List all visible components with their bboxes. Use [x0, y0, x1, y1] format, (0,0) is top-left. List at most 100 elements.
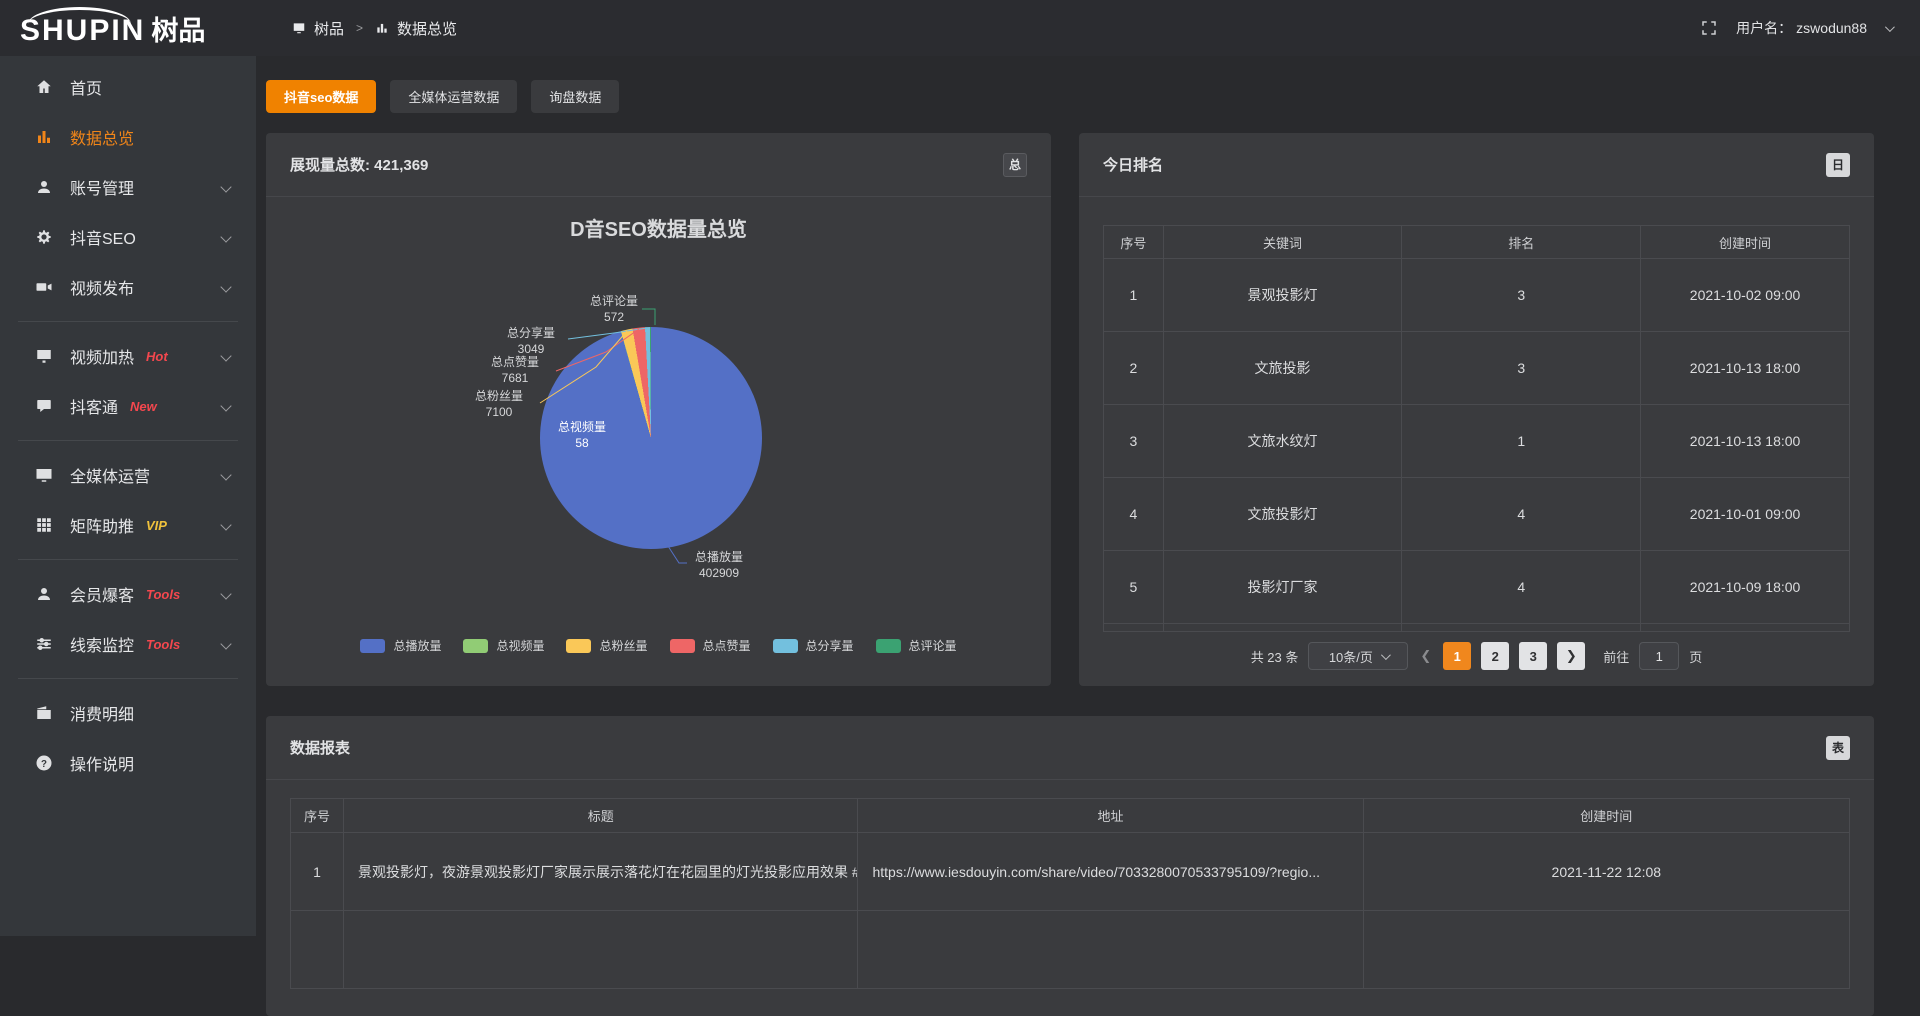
gear-icon: [34, 227, 54, 247]
data-tabs: 抖音seo数据 全媒体运营数据 询盘数据: [266, 80, 619, 113]
prev-page-button[interactable]: ❮: [1418, 648, 1433, 664]
sidebar-item-data-overview[interactable]: 数据总览: [0, 112, 256, 162]
legend-item-shares[interactable]: 总分享量: [773, 637, 854, 654]
col-header-url: 地址: [858, 799, 1363, 833]
monitor-icon: [34, 465, 54, 485]
sidebar-divider: [18, 678, 238, 679]
total-toggle-button[interactable]: 总: [1003, 153, 1027, 177]
page-button-2[interactable]: 2: [1481, 642, 1509, 670]
hot-badge: Hot: [146, 349, 168, 364]
seo-chart-card: 展现量总数: 421,369 总 D音SEO数据量总览 总评论量572 总分享量…: [266, 133, 1051, 686]
new-badge: New: [130, 399, 157, 414]
tab-omnimedia-data[interactable]: 全媒体运营数据: [390, 80, 517, 113]
page-size-select[interactable]: 10条/页: [1308, 642, 1408, 670]
sidebar-item-label: 首页: [70, 75, 102, 99]
chart-title: D音SEO数据量总览: [266, 213, 1051, 242]
legend-swatch: [463, 639, 488, 653]
sidebar-item-label: 视频加热: [70, 344, 134, 368]
top-bar: SHUPIN 树品 树品 > 数据总览 用户名： zswodun88: [0, 0, 1920, 56]
today-ranking-card: 今日排名 日 序号 关键词 排名 创建时间 1景观投影灯32021-10-02 …: [1079, 133, 1874, 686]
wallet-icon: [34, 703, 54, 723]
col-header-index: 序号: [291, 799, 344, 833]
sidebar-item-video-heat[interactable]: 视频加热 Hot: [0, 331, 256, 381]
table-row: 1景观投影灯32021-10-02 09:00: [1104, 259, 1850, 332]
main-content: 抖音seo数据 全媒体运营数据 询盘数据 展现量总数: 421,369 总 D音…: [256, 56, 1920, 936]
user-menu-chevron-icon[interactable]: [1885, 22, 1895, 32]
table-toggle-button[interactable]: 表: [1826, 736, 1850, 760]
tab-inquiry-data[interactable]: 询盘数据: [531, 80, 619, 113]
screen-icon: [34, 346, 54, 366]
next-page-button[interactable]: ❯: [1557, 642, 1585, 670]
legend-item-videos[interactable]: 总视频量: [463, 637, 544, 654]
legend-item-likes[interactable]: 总点赞量: [670, 637, 751, 654]
tools-badge: Tools: [146, 587, 180, 602]
legend-item-comments[interactable]: 总评论量: [876, 637, 957, 654]
sidebar-item-label: 消费明细: [70, 701, 134, 725]
vip-badge: VIP: [146, 518, 167, 533]
sidebar-item-lead-monitor[interactable]: 线索监控 Tools: [0, 619, 256, 669]
chevron-down-icon: [220, 469, 231, 480]
sidebar-item-spend-detail[interactable]: 消费明细: [0, 688, 256, 738]
sidebar-item-label: 抖音SEO: [70, 225, 136, 249]
col-header-keyword: 关键词: [1163, 226, 1402, 259]
pie-label-fans: 总粉丝量7100: [462, 388, 536, 420]
sidebar-item-douketong[interactable]: 抖客通 New: [0, 381, 256, 431]
col-header-rank: 排名: [1402, 226, 1641, 259]
pie-label-videos: 总视频量58: [552, 419, 612, 451]
table-row-partial: [1104, 624, 1850, 632]
bar-chart-icon: [375, 21, 389, 35]
chevron-down-icon: [220, 588, 231, 599]
sidebar-item-video-publish[interactable]: 视频发布: [0, 262, 256, 312]
tab-douyin-seo-data[interactable]: 抖音seo数据: [266, 80, 376, 113]
pie-label-shares: 总分享量3049: [498, 325, 564, 357]
fullscreen-icon[interactable]: [1700, 19, 1718, 37]
sidebar-item-label: 抖客通: [70, 394, 118, 418]
report-table: 序号 标题 地址 创建时间 1 景观投影灯，夜游景观投影灯厂家展示展示落花灯在花…: [290, 798, 1850, 989]
sidebar-item-label: 视频发布: [70, 275, 134, 299]
col-header-created: 创建时间: [1363, 799, 1849, 833]
pagination: 共 23 条 10条/页 ❮ 1 2 3 ❯ 前往 页: [1079, 642, 1874, 670]
sidebar-item-home[interactable]: 首页: [0, 62, 256, 112]
sidebar-item-douyin-seo[interactable]: 抖音SEO: [0, 212, 256, 262]
table-row: 2文旅投影32021-10-13 18:00: [1104, 332, 1850, 405]
home-icon: [34, 77, 54, 97]
video-url-link[interactable]: https://www.iesdouyin.com/share/video/70…: [858, 833, 1363, 911]
logo-text-cn: 树品: [151, 9, 205, 48]
legend-swatch: [670, 639, 695, 653]
impressions-total-label: 展现量总数: 421,369: [290, 154, 428, 175]
breadcrumb-item-home[interactable]: 树品: [314, 18, 344, 39]
page-button-1[interactable]: 1: [1443, 642, 1471, 670]
breadcrumb-separator: >: [356, 21, 363, 35]
legend-item-plays[interactable]: 总播放量: [360, 637, 441, 654]
bar-chart-icon: [34, 127, 54, 147]
sidebar-item-label: 账号管理: [70, 175, 134, 199]
report-title: 数据报表: [290, 737, 350, 758]
goto-label: 前往: [1603, 647, 1629, 666]
question-circle-icon: ?: [34, 753, 54, 773]
username[interactable]: zswodun88: [1796, 20, 1867, 36]
goto-page-input[interactable]: [1639, 642, 1679, 670]
chevron-down-icon: [220, 638, 231, 649]
sidebar-item-account[interactable]: 账号管理: [0, 162, 256, 212]
chevron-down-icon: [220, 519, 231, 530]
sidebar-item-member-burst[interactable]: 会员爆客 Tools: [0, 569, 256, 619]
day-toggle-button[interactable]: 日: [1826, 153, 1850, 177]
sidebar-item-matrix-boost[interactable]: 矩阵助推 VIP: [0, 500, 256, 550]
chat-bubble-icon: [34, 396, 54, 416]
user-icon: [34, 177, 54, 197]
chevron-down-icon: [220, 231, 231, 242]
sidebar-item-label: 全媒体运营: [70, 463, 150, 487]
chevron-down-icon: [220, 181, 231, 192]
page-button-3[interactable]: 3: [1519, 642, 1547, 670]
table-row: 1 景观投影灯，夜游景观投影灯厂家展示展示落花灯在花园里的灯光投影应用效果 # …: [291, 833, 1850, 911]
legend-swatch: [566, 639, 591, 653]
app-logo: SHUPIN 树品: [0, 9, 256, 48]
sidebar-item-label: 数据总览: [70, 125, 134, 149]
logo-text-en: SHUPIN: [20, 16, 145, 46]
sliders-icon: [34, 634, 54, 654]
sidebar-item-omnimedia[interactable]: 全媒体运营: [0, 450, 256, 500]
video-camera-icon: [34, 277, 54, 297]
sidebar-item-help[interactable]: ? 操作说明: [0, 738, 256, 788]
legend-item-fans[interactable]: 总粉丝量: [566, 637, 647, 654]
sidebar-divider: [18, 559, 238, 560]
